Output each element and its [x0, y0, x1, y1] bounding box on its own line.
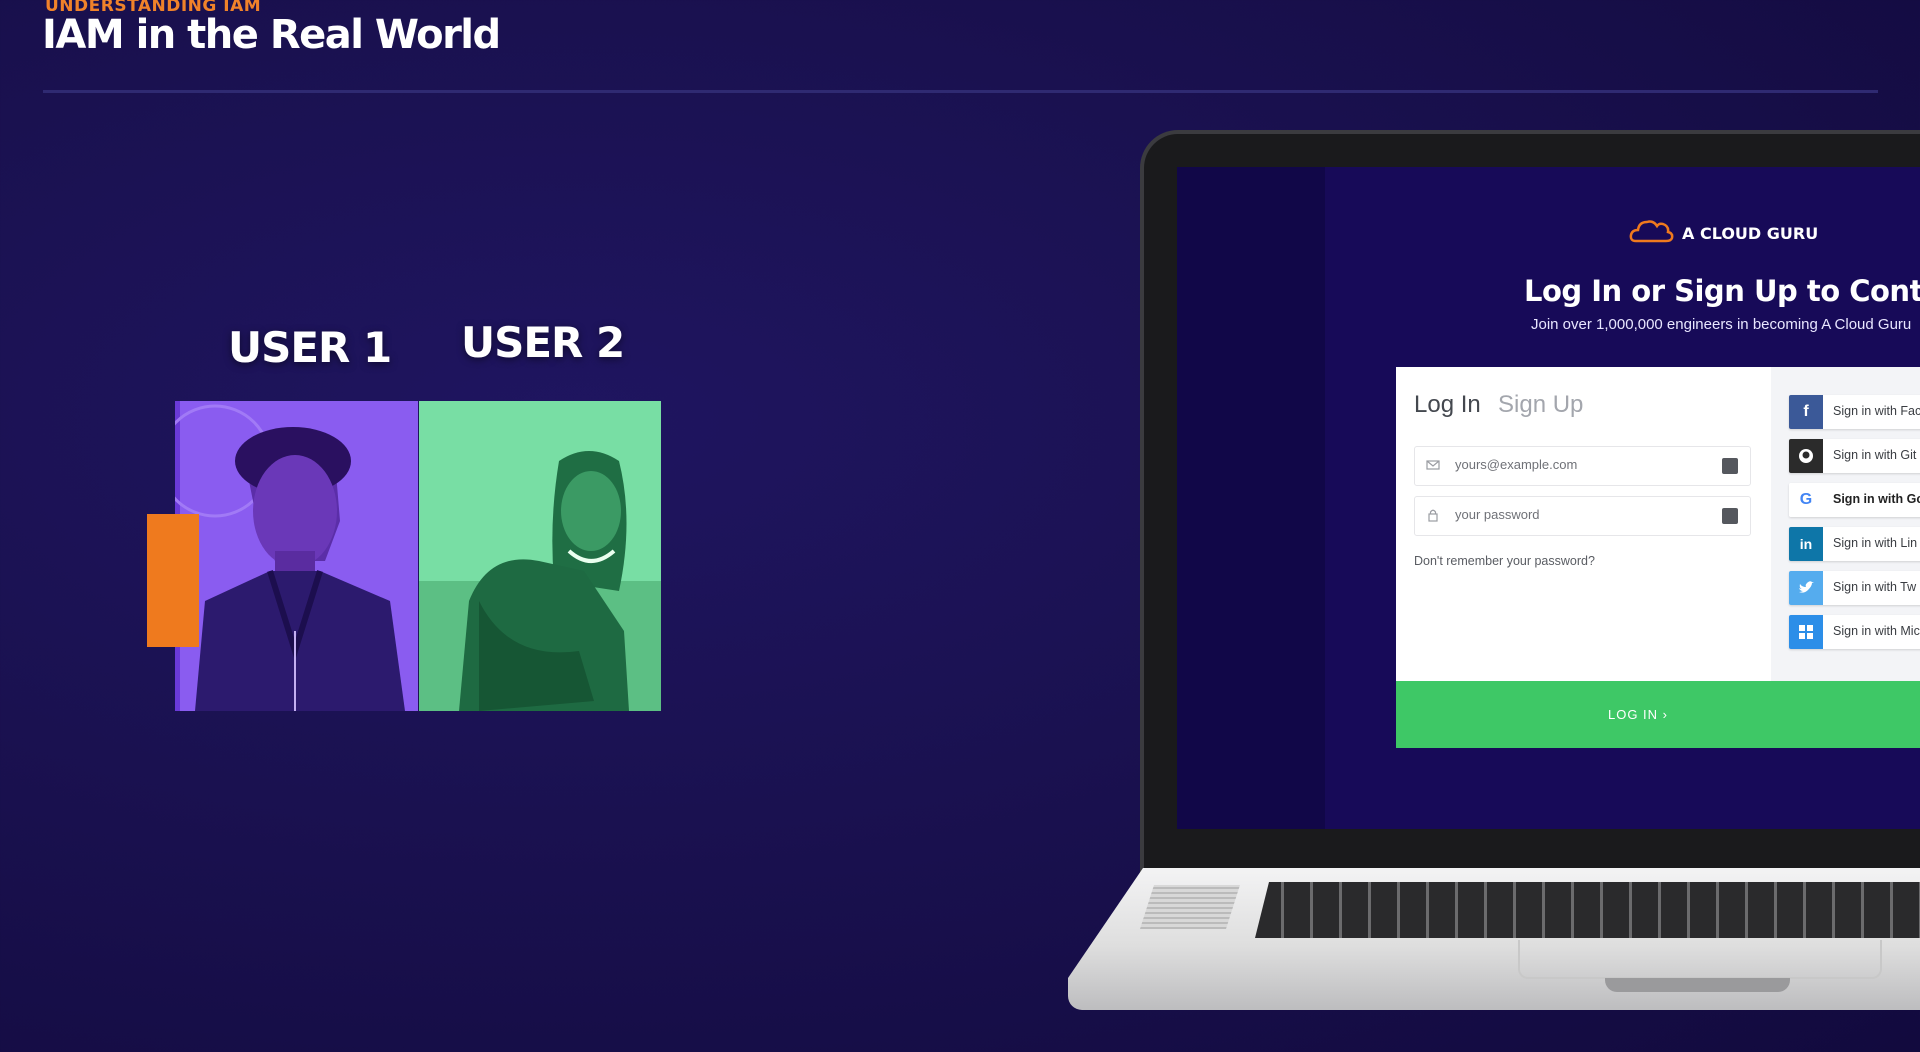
password-manager-icon[interactable] — [1722, 508, 1738, 524]
github-icon — [1789, 439, 1823, 473]
email-field[interactable] — [1414, 446, 1751, 486]
social-login-panel: f Sign in with Fac Sign in with Git G Si… — [1771, 367, 1920, 681]
login-button-label: LOG IN › — [1607, 707, 1668, 722]
microsoft-icon — [1789, 615, 1823, 649]
linkedin-icon: in — [1789, 527, 1823, 561]
login-button[interactable]: LOG IN › — [1396, 681, 1920, 748]
facebook-signin-button[interactable]: f Sign in with Fac — [1789, 395, 1920, 429]
facebook-signin-label: Sign in with Fac — [1833, 404, 1920, 418]
tab-signup[interactable]: Sign Up — [1498, 391, 1583, 419]
twitter-icon — [1789, 571, 1823, 605]
email-input[interactable] — [1453, 456, 1707, 473]
google-signin-label: Sign in with Go — [1833, 492, 1920, 506]
facebook-icon: f — [1789, 395, 1823, 429]
github-signin-label: Sign in with Git — [1833, 448, 1917, 462]
linkedin-signin-button[interactable]: in Sign in with Lin — [1789, 527, 1920, 561]
brand: A CLOUD GURU — [1628, 217, 1818, 250]
laptop-keyboard — [1255, 882, 1920, 938]
forgot-password-link[interactable]: Don't remember your password? — [1414, 554, 1595, 568]
slide-title: IAM in the Real World — [42, 12, 501, 58]
lock-icon — [1426, 508, 1440, 522]
github-signin-button[interactable]: Sign in with Git — [1789, 439, 1920, 473]
orange-accent-block — [147, 514, 199, 647]
microsoft-signin-label: Sign in with Mic — [1833, 624, 1920, 638]
title-divider — [43, 90, 1878, 93]
user-1-photo — [175, 401, 418, 711]
envelope-icon — [1426, 458, 1440, 472]
password-field[interactable] — [1414, 496, 1751, 536]
cloud-logo-icon — [1628, 217, 1674, 250]
google-signin-button[interactable]: G Sign in with Go — [1789, 483, 1920, 517]
password-manager-icon[interactable] — [1722, 458, 1738, 474]
brand-name: A CLOUD GURU — [1682, 224, 1819, 243]
tab-login[interactable]: Log In — [1414, 391, 1481, 419]
login-subline: Join over 1,000,000 engineers in becomin… — [1531, 316, 1912, 333]
laptop-speaker-grille — [1140, 885, 1240, 929]
twitter-signin-label: Sign in with Tw — [1833, 580, 1917, 594]
microsoft-signin-button[interactable]: Sign in with Mic — [1789, 615, 1920, 649]
user-2-label: USER 2 — [461, 318, 625, 367]
password-input[interactable] — [1453, 506, 1707, 523]
laptop-trackpad — [1518, 940, 1882, 979]
linkedin-signin-label: Sign in with Lin — [1833, 536, 1918, 550]
user-1-label: USER 1 — [228, 323, 392, 372]
user-2-photo — [419, 401, 661, 711]
login-form: Log In Sign Up Don't remember your passw… — [1396, 367, 1771, 681]
laptop-foot — [1605, 978, 1790, 992]
twitter-signin-button[interactable]: Sign in with Tw — [1789, 571, 1920, 605]
login-card: Log In Sign Up Don't remember your passw… — [1396, 367, 1920, 748]
google-icon: G — [1789, 483, 1823, 517]
login-headline: Log In or Sign Up to Continue — [1524, 274, 1920, 308]
